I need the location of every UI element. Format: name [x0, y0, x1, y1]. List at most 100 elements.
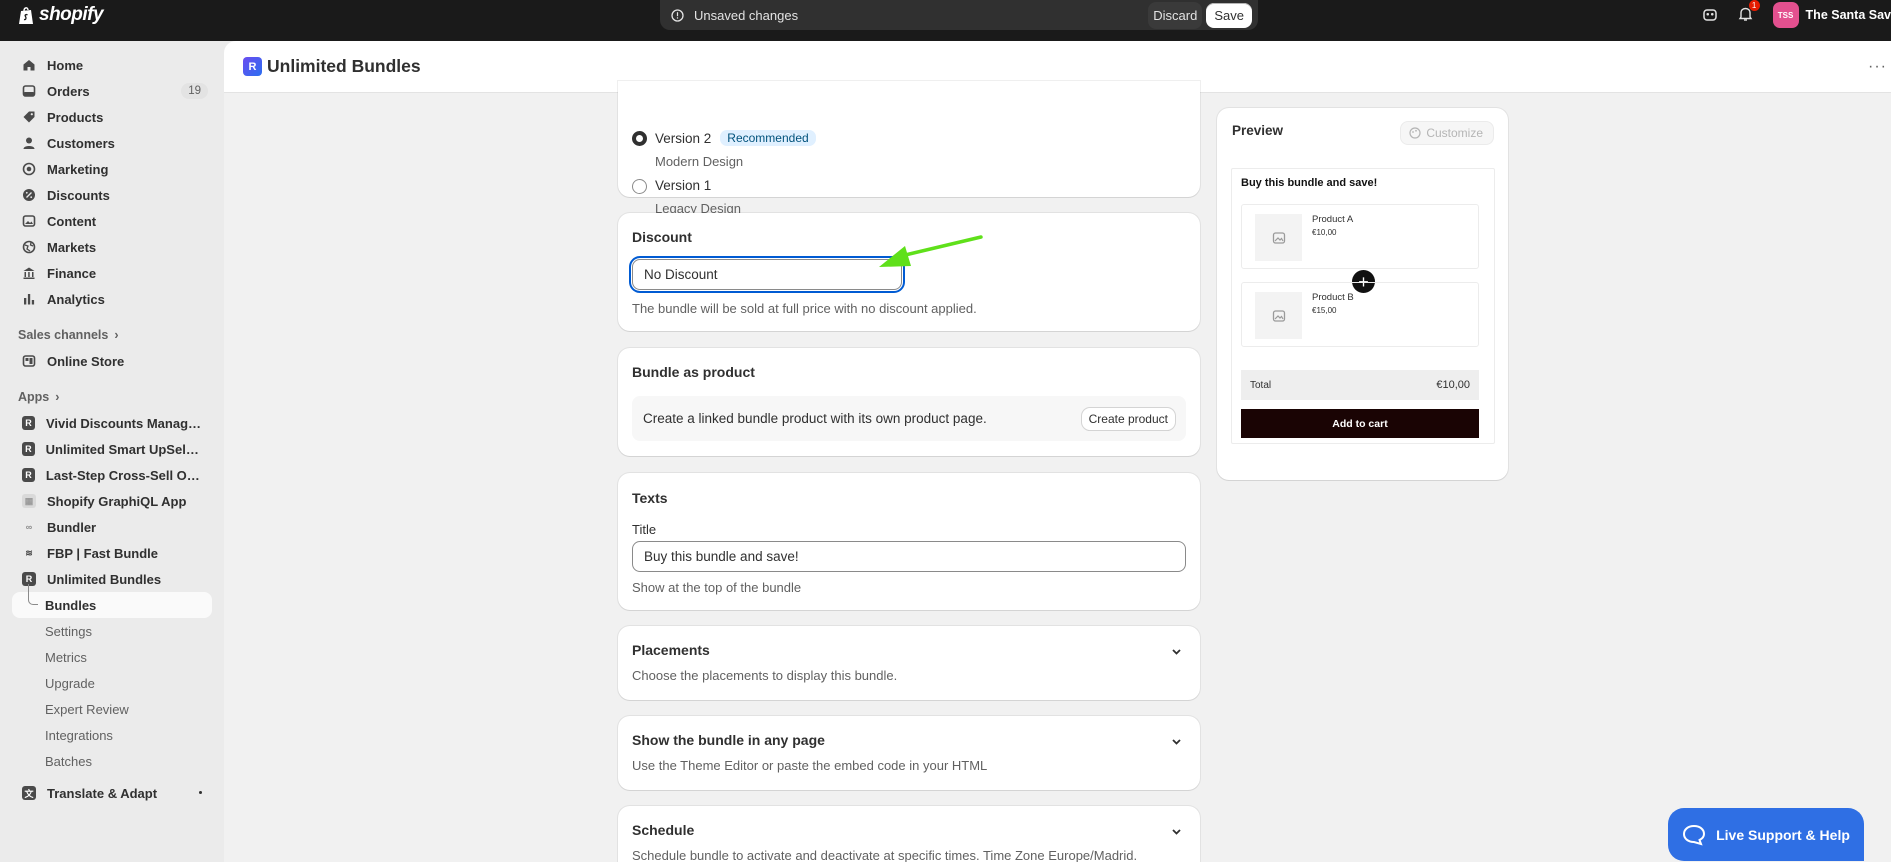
sidebar-item-finance[interactable]: Finance	[12, 260, 212, 286]
sidebar-subitem-expert-review[interactable]: Expert Review	[12, 696, 212, 722]
sidebar-item-content[interactable]: Content	[12, 208, 212, 234]
schedule-text: Schedule bundle to activate and deactiva…	[632, 848, 1138, 862]
shopify-bag-icon	[19, 6, 33, 24]
status-dot-icon	[199, 791, 202, 794]
sidebar-app-graphiql[interactable]: ▦ Shopify GraphiQL App	[12, 488, 212, 514]
sidebar-item-label: Vivid Discounts Manager ...	[45, 415, 202, 431]
sidebar-app-unlimited-upsell[interactable]: R Unlimited Smart UpSell Of...	[12, 436, 212, 462]
sidebar-app-fbp[interactable]: ≋ FBP | Fast Bundle	[12, 540, 212, 566]
more-actions-icon[interactable]: ···	[1868, 58, 1887, 76]
chevron-down-icon[interactable]	[1171, 826, 1182, 837]
sidebar-app-unlimited-bundles[interactable]: R Unlimited Bundles	[12, 566, 212, 592]
schedule-card[interactable]: Schedule Schedule bundle to activate and…	[618, 806, 1200, 862]
bundle-preview-title: Buy this bundle and save!	[1241, 177, 1378, 189]
store-name: The Santa Sav	[1805, 8, 1891, 22]
texts-card: Texts Title Buy this bundle and save! Sh…	[618, 473, 1200, 610]
sidebar-app-last-step[interactable]: R Last-Step Cross-Sell Offers	[12, 462, 212, 488]
sidebar-app-vivid-discounts[interactable]: R Vivid Discounts Manager ...	[12, 410, 212, 436]
top-right-actions: 1 TSS The Santa Sav	[1702, 0, 1891, 30]
palette-icon	[1409, 127, 1421, 139]
chevron-down-icon[interactable]	[1171, 646, 1182, 657]
orders-icon	[22, 85, 36, 97]
sidebar-app-translate-adapt[interactable]: 文 Translate & Adapt	[12, 780, 212, 806]
sidebar-item-label: Unlimited Bundles	[47, 571, 162, 587]
sidebar-item-discounts[interactable]: Discounts	[12, 182, 212, 208]
placements-heading: Placements	[632, 642, 710, 658]
shopify-logo[interactable]: shopify	[18, 4, 104, 26]
app-logo-icon: R	[22, 442, 35, 456]
title-input[interactable]: Buy this bundle and save!	[632, 541, 1186, 572]
any-page-card[interactable]: Show the bundle in any page Use the Them…	[618, 716, 1200, 790]
app-logo-icon: ∞	[25, 522, 33, 532]
add-to-cart-button[interactable]: Add to cart	[1241, 409, 1479, 438]
product-image-placeholder	[1255, 292, 1302, 339]
title-field-label: Title	[632, 522, 657, 537]
customize-button[interactable]: Customize	[1400, 121, 1494, 145]
sidebar-item-label: Last-Step Cross-Sell Offers	[45, 467, 202, 483]
placements-card[interactable]: Placements Choose the placements to disp…	[618, 626, 1200, 700]
image-icon	[1272, 231, 1285, 244]
chevron-down-icon[interactable]	[1171, 736, 1182, 747]
store-icon	[22, 355, 36, 367]
sidebar-item-home[interactable]: Home	[12, 52, 212, 78]
bank-icon	[23, 267, 35, 279]
bar-chart-icon	[24, 294, 35, 305]
sidebar-subitem-batches[interactable]: Batches	[12, 748, 212, 774]
preview-product-price: €15,00	[1312, 306, 1337, 315]
sidebar-item-orders[interactable]: Orders 19	[12, 78, 212, 104]
sidekick-icon[interactable]	[1702, 7, 1718, 23]
sidebar-subitem-integrations[interactable]: Integrations	[12, 722, 212, 748]
notification-count-badge: 1	[1748, 0, 1760, 11]
sidebar-item-marketing[interactable]: Marketing	[12, 156, 212, 182]
sidebar-subitem-bundles[interactable]: Bundles	[12, 584, 212, 618]
preview-product-name: Product B	[1312, 292, 1354, 303]
sidebar-app-bundler[interactable]: ∞ Bundler	[12, 514, 212, 540]
sales-channels-header[interactable]: Sales channels ›	[18, 322, 212, 348]
sidebar-item-label: Translate & Adapt	[47, 785, 158, 801]
apps-header[interactable]: Apps ›	[18, 384, 212, 410]
design-v1-option[interactable]: Version 1 Legacy Design	[632, 178, 741, 216]
main-content: R Unlimited Bundles ··· Version 2 Recomme…	[224, 41, 1891, 862]
discard-button[interactable]: Discard	[1148, 1, 1203, 29]
create-product-button[interactable]: Create product	[1081, 407, 1175, 430]
bundle-as-product-card: Bundle as product Create a linked bundle…	[618, 348, 1200, 456]
design-v2-option[interactable]: Version 2 Recommended Modern Design	[632, 130, 816, 169]
discount-icon	[23, 189, 35, 201]
bundle-product-text: Create a linked bundle product with its …	[643, 411, 987, 426]
sidebar-item-label: Online Store	[47, 353, 125, 369]
sidebar-item-products[interactable]: Products	[12, 104, 212, 130]
alert-circle-icon	[671, 8, 684, 22]
unsaved-message: Unsaved changes	[671, 8, 1148, 23]
sidebar-item-markets[interactable]: Markets	[12, 234, 212, 260]
v1-label: Version 1	[655, 178, 712, 193]
sidebar-subitem-upgrade[interactable]: Upgrade	[12, 670, 212, 696]
sidebar-subitem-metrics[interactable]: Metrics	[12, 644, 212, 670]
live-support-button[interactable]: Live Support & Help	[1668, 808, 1864, 861]
v2-sub: Modern Design	[655, 154, 744, 169]
bundle-product-box: Create a linked bundle product with its …	[632, 396, 1186, 441]
store-menu[interactable]: TSS The Santa Sav	[1772, 2, 1891, 28]
save-button[interactable]: Save	[1206, 2, 1252, 28]
preview-card: Preview Customize Buy this bundle and sa…	[1217, 108, 1508, 480]
texts-heading: Texts	[632, 490, 668, 506]
sidebar-item-analytics[interactable]: Analytics	[12, 286, 212, 312]
unlimited-bundles-logo-icon: R	[243, 57, 262, 76]
discount-select-value: No Discount	[644, 267, 718, 282]
v2-label: Version 2	[655, 130, 712, 146]
sidebar-subitem-settings[interactable]: Settings	[12, 618, 212, 644]
app-frame: Home Orders 19 Products Customers Market…	[0, 41, 1891, 862]
app-logo-icon: R	[22, 416, 35, 430]
radio-v2[interactable]	[632, 131, 647, 146]
tag-icon	[23, 111, 35, 123]
sidebar-item-label: Markets	[47, 239, 97, 255]
title-input-value: Buy this bundle and save!	[644, 549, 799, 564]
notifications-button[interactable]: 1	[1738, 0, 1760, 25]
sidebar-item-label: Home	[47, 57, 84, 73]
any-page-text: Use the Theme Editor or paste the embed …	[632, 758, 988, 773]
discount-card: Discount No Discount The bundle will be …	[618, 213, 1200, 331]
radio-v1[interactable]	[632, 179, 647, 194]
globe-icon	[22, 240, 36, 254]
sidebar-item-online-store[interactable]: Online Store	[12, 348, 212, 374]
sidebar-item-customers[interactable]: Customers	[12, 130, 212, 156]
total-label: Total	[1250, 379, 1272, 391]
